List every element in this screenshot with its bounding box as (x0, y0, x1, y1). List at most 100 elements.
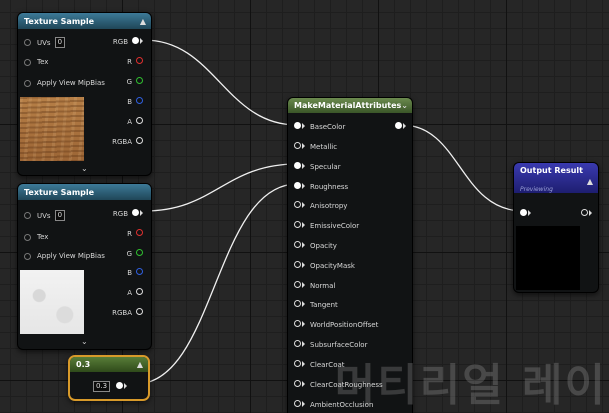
constant-header[interactable]: 0.3 ▲ (70, 357, 148, 372)
input-tangent[interactable]: Tangent (294, 300, 338, 309)
input-subsurfacecolor[interactable]: SubsurfaceColor (294, 340, 367, 349)
output-g[interactable]: G (127, 249, 143, 258)
input-specular[interactable]: Specular (294, 162, 341, 171)
input-uvs[interactable]: UVs 0 (24, 210, 66, 221)
expand-chevron-icon[interactable]: ⌄ (81, 337, 88, 346)
input-worldpositionoffset[interactable]: WorldPositionOffset (294, 320, 378, 329)
collapse-chevron-icon[interactable]: ▲ (587, 177, 598, 186)
node-title: Texture Sample (24, 16, 95, 26)
input-pin-icon[interactable] (24, 233, 31, 241)
output-pin-icon[interactable] (136, 57, 143, 66)
texture-sample-node-2[interactable]: Texture Sample UVs 0 Tex Apply View MipB… (17, 183, 152, 350)
input-pin-icon[interactable] (294, 201, 305, 210)
output-material-attributes[interactable] (391, 122, 406, 131)
input-normal[interactable]: Normal (294, 281, 335, 290)
input-pin-icon[interactable] (294, 400, 305, 409)
input-uvs[interactable]: UVs 0 (24, 37, 66, 48)
wire-rgb2-specular (143, 163, 298, 212)
output-pin-icon[interactable] (116, 382, 128, 391)
input-tex[interactable]: Tex (24, 233, 48, 241)
node-title: MakeMaterialAttributes (294, 101, 402, 110)
input-emissivecolor[interactable]: EmissiveColor (294, 221, 359, 230)
output-pin-icon[interactable] (581, 209, 592, 218)
input-roughness[interactable]: Roughness (294, 182, 348, 191)
input-pin-icon[interactable] (520, 209, 531, 218)
texture-sample-node-1[interactable]: Texture Sample ▲ UVs 0 Tex Apply View Mi… (17, 12, 152, 176)
collapse-chevron-icon[interactable]: ▲ (140, 17, 151, 26)
output-pin-icon[interactable] (136, 137, 143, 146)
input-pin-icon[interactable] (24, 58, 31, 66)
input-pin-icon[interactable] (294, 142, 305, 151)
input-pin-icon[interactable] (294, 340, 305, 349)
input-pin-icon[interactable] (24, 39, 31, 46)
input-pin-icon[interactable] (294, 162, 305, 171)
node-title: 0.3 (76, 360, 91, 369)
input-apply-view-mipbias[interactable]: Apply View MipBias (24, 252, 105, 260)
input-opacitymask[interactable]: OpacityMask (294, 261, 355, 270)
output-rgb[interactable]: RGB (113, 209, 143, 218)
make-material-attributes-header[interactable]: MakeMaterialAttributes ⌄ (288, 98, 412, 113)
output-pin-icon[interactable] (395, 122, 406, 131)
input-pin-icon[interactable] (294, 300, 305, 309)
output-result-node[interactable]: Output Result Previewing ▲ (513, 162, 599, 293)
output-r[interactable]: R (127, 229, 143, 238)
output-rgba[interactable]: RGBA (112, 308, 143, 317)
input-pin-icon[interactable] (24, 79, 31, 87)
output-pin-icon[interactable] (136, 249, 143, 258)
constant-node[interactable]: 0.3 ▲ 0.3 (68, 355, 150, 401)
output-pin-icon[interactable] (136, 97, 143, 106)
output-result-header[interactable]: Output Result Previewing (514, 163, 598, 193)
input-pin-icon[interactable] (294, 182, 305, 191)
output-result-output[interactable] (577, 209, 592, 218)
input-pin-icon[interactable] (294, 261, 305, 270)
output-a[interactable]: A (127, 288, 143, 297)
input-metallic[interactable]: Metallic (294, 142, 337, 151)
watermark-text: 머티리얼 레이 (334, 360, 607, 411)
node-title: Texture Sample (24, 187, 95, 197)
input-pin-icon[interactable] (294, 281, 305, 290)
output-pin-icon[interactable] (136, 229, 143, 238)
output-b[interactable]: B (127, 97, 143, 106)
input-pin-icon[interactable] (24, 212, 31, 219)
input-pin-icon[interactable] (294, 380, 305, 389)
constant-value-field[interactable]: 0.3 (93, 381, 111, 392)
input-tex[interactable]: Tex (24, 58, 48, 66)
output-pin-icon[interactable] (132, 37, 143, 46)
white-texture-preview (20, 270, 84, 334)
output-pin-icon[interactable] (136, 117, 143, 126)
uvs-value-field[interactable]: 0 (54, 37, 66, 48)
node-title: Output Result (520, 166, 583, 175)
output-result-input[interactable] (520, 209, 531, 218)
output-pin-icon[interactable] (132, 209, 143, 218)
input-pin-icon[interactable] (294, 221, 305, 230)
output-pin-icon[interactable] (136, 308, 143, 317)
output-rgb[interactable]: RGB (113, 37, 143, 46)
input-pin-icon[interactable] (294, 122, 305, 131)
input-opacity[interactable]: Opacity (294, 241, 337, 250)
input-pin-icon[interactable] (294, 360, 305, 369)
expand-chevron-icon[interactable]: ⌄ (81, 164, 88, 173)
input-anisotropy[interactable]: Anisotropy (294, 201, 347, 210)
wire-const-roughness (135, 183, 298, 385)
input-apply-view-mipbias[interactable]: Apply View MipBias (24, 79, 105, 87)
output-rgba[interactable]: RGBA (112, 137, 143, 146)
wire-basecolor-output (401, 124, 524, 212)
constant-value-row[interactable]: 0.3 (90, 381, 128, 392)
wire-rgb1-basecolor (143, 39, 298, 126)
input-pin-icon[interactable] (24, 252, 31, 260)
output-b[interactable]: B (127, 268, 143, 277)
output-r[interactable]: R (127, 57, 143, 66)
texture-sample-header[interactable]: Texture Sample ▲ (18, 13, 151, 29)
texture-sample-header[interactable]: Texture Sample (18, 184, 151, 200)
collapse-chevron-icon[interactable]: ⌄ (401, 101, 412, 110)
output-pin-icon[interactable] (136, 77, 143, 86)
output-pin-icon[interactable] (136, 268, 143, 277)
uvs-value-field[interactable]: 0 (54, 210, 66, 221)
input-pin-icon[interactable] (294, 320, 305, 329)
output-a[interactable]: A (127, 117, 143, 126)
input-basecolor[interactable]: BaseColor (294, 122, 345, 131)
output-pin-icon[interactable] (136, 288, 143, 297)
input-pin-icon[interactable] (294, 241, 305, 250)
output-g[interactable]: G (127, 77, 143, 86)
collapse-chevron-icon[interactable]: ▲ (137, 360, 148, 369)
